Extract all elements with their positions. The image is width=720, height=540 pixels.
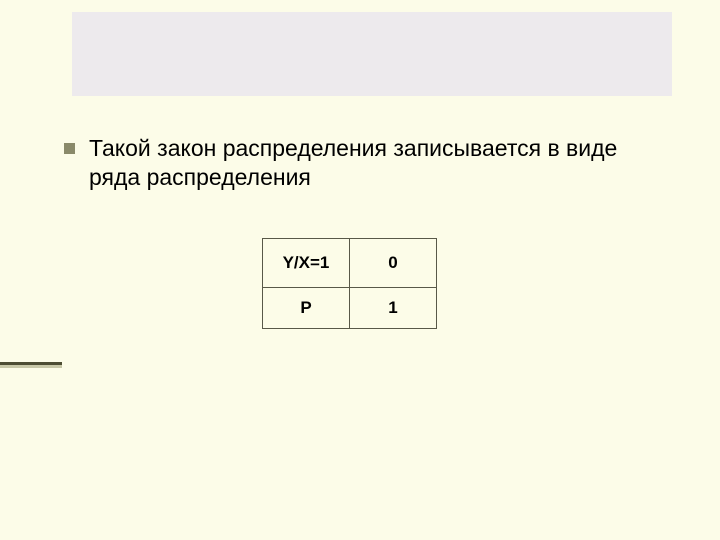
square-bullet-icon: [64, 143, 75, 154]
table-row: Y/X=1 0: [263, 239, 437, 288]
bullet-item: Такой закон распределения записывается в…: [64, 134, 664, 192]
slide: Такой закон распределения записывается в…: [0, 0, 720, 540]
title-placeholder: [72, 12, 672, 96]
cell-value-0: 0: [350, 239, 437, 288]
decorative-rule: [0, 362, 62, 368]
table-row: P 1: [263, 288, 437, 329]
bullet-text: Такой закон распределения записывается в…: [89, 134, 664, 192]
cell-p: P: [263, 288, 350, 329]
body-text: Такой закон распределения записывается в…: [64, 134, 664, 192]
cell-prob-1: 1: [350, 288, 437, 329]
cell-yx: Y/X=1: [263, 239, 350, 288]
distribution-table: Y/X=1 0 P 1: [262, 238, 437, 329]
